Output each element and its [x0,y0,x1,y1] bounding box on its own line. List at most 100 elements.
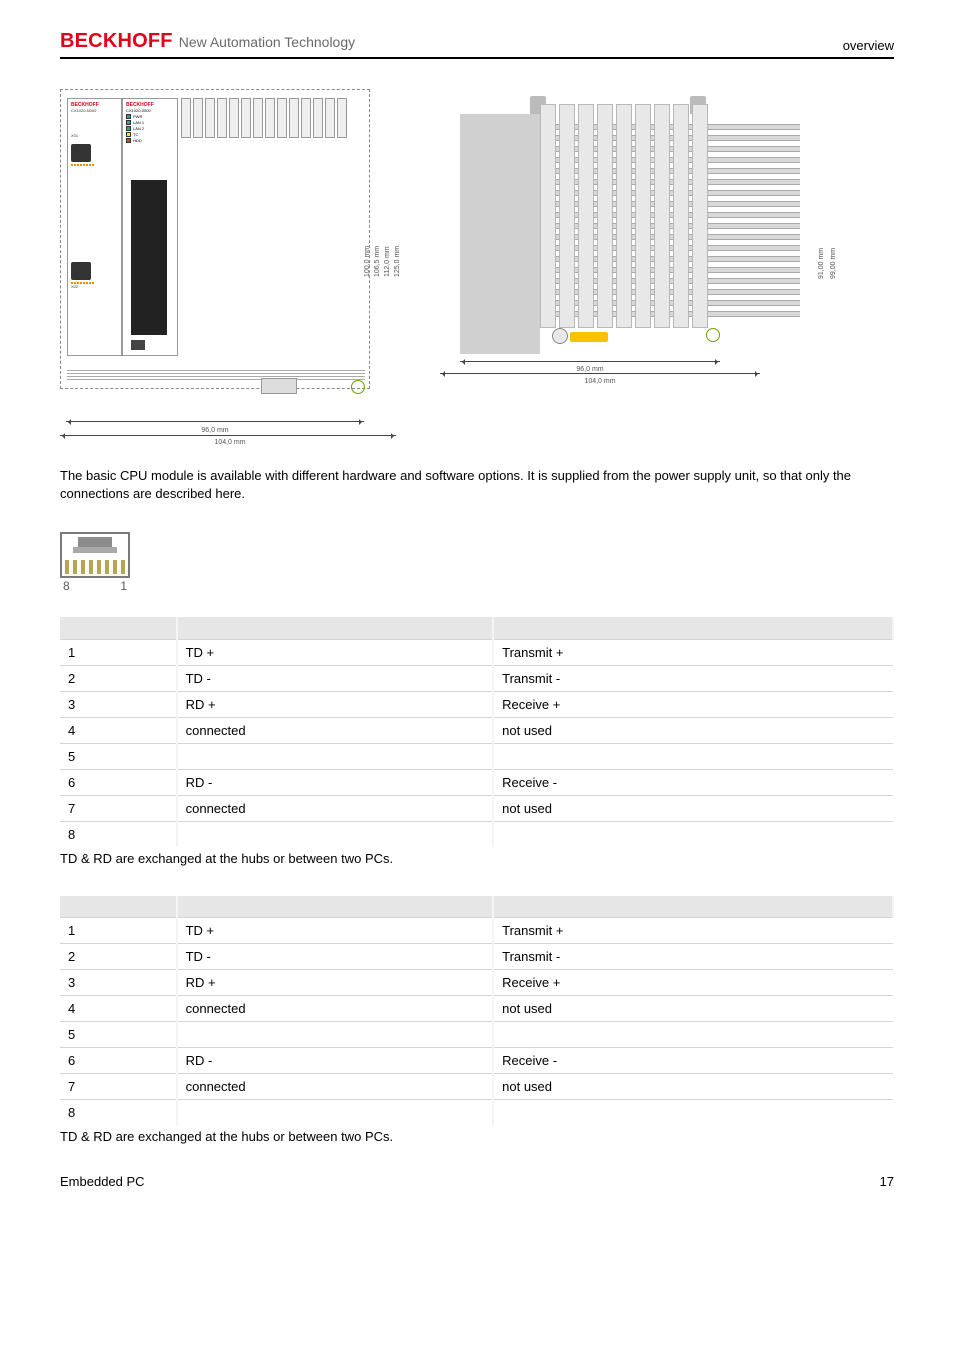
rj45-port-icon [71,144,91,162]
table-cell: connected [177,1074,494,1100]
table-cell: TD - [177,944,494,970]
dimension-height-3: 112,0 mm [384,246,391,277]
table-cell: connected [177,795,494,821]
table-cell: 2 [60,944,177,970]
dimension-width-outer: 104,0 mm [440,378,760,385]
led-label: LAN 1 [133,120,144,125]
table-cell: 6 [60,769,177,795]
cf-eject [131,340,145,350]
table-cell: 4 [60,717,177,743]
footer-left: Embedded PC [60,1174,145,1189]
table-cell: 5 [60,743,177,769]
pin-table-2-note: TD & RD are exchanged at the hubs or bet… [60,1129,894,1144]
panel-model: CX1020-0000 [126,108,174,113]
io-columns [540,104,720,328]
table-cell [493,1100,893,1126]
table-cell: 1 [60,639,177,665]
table-cell [177,821,494,847]
table-row: 6RD -Receive - [60,1048,893,1074]
table-cell: 3 [60,970,177,996]
led-label: LAN 2 [133,126,144,131]
dimension-height-outer: 99,00 mm [830,248,837,279]
dimension-width-inner: 96,0 mm [60,427,370,434]
din-mount-base [460,114,540,354]
table-row: 1TD +Transmit + [60,639,893,665]
pin-table-2-body: 1TD +Transmit +2TD -Transmit -3RD +Recei… [60,918,893,1126]
diagrams-row: BECKHOFF CX1020-N000 X01 X02 BECKHOFF CX [60,89,894,449]
rj45-pin-1-label: 1 [120,579,127,593]
port-label-x01: X01 [71,133,118,138]
table-cell: TD - [177,665,494,691]
table-cell: 8 [60,1100,177,1126]
table-row: 4connectednot used [60,996,893,1022]
port-label-x02: X02 [71,284,118,289]
led-label: HDD [133,138,142,143]
table-row: 8 [60,1100,893,1126]
table-cell [493,821,893,847]
intro-paragraph: The basic CPU module is available with d… [60,467,894,502]
front-view-diagram: BECKHOFF CX1020-N000 X01 X02 BECKHOFF CX [60,89,400,449]
table-cell: 2 [60,665,177,691]
release-tab-icon [570,332,608,342]
dimension-width-outer: 104,0 mm [60,439,400,446]
table-row: 2TD -Transmit - [60,944,893,970]
page-header: BECKHOFF New Automation Technology overv… [60,30,894,59]
table-cell: Transmit - [493,665,893,691]
dimension-height-4: 125,0 mm [394,246,401,277]
dimension-width-inner: 96,0 mm [460,366,720,373]
usb-slot-icon [261,378,297,394]
table-row: 5 [60,1022,893,1048]
cf-cover [131,180,167,335]
table-cell: RD + [177,691,494,717]
table-row: 3RD +Receive + [60,970,893,996]
table-row: 3RD +Receive + [60,691,893,717]
top-view-diagram: 96,0 mm 104,0 mm 91,00 mm 99,00 mm [440,89,840,394]
brand-tagline: New Automation Technology [179,34,355,50]
table-row: 1TD +Transmit + [60,918,893,944]
ground-icon [706,328,720,342]
table-cell: Transmit + [493,639,893,665]
table-cell: 3 [60,691,177,717]
table-cell [493,1022,893,1048]
led-label: PWR [133,114,142,119]
table-cell: Receive - [493,1048,893,1074]
dimension-height-inner: 91,00 mm [818,248,825,279]
led-label: TC [133,132,138,137]
rj45-port-icon [71,262,91,280]
table-cell: RD - [177,769,494,795]
table-cell: connected [177,717,494,743]
table-cell: RD - [177,1048,494,1074]
release-ring-icon [552,328,568,344]
pin-table-1-body: 1TD +Transmit +2TD -Transmit -3RD +Recei… [60,639,893,847]
table-row: 4connectednot used [60,717,893,743]
table-row: 8 [60,821,893,847]
io-terminal-blocks [181,98,371,138]
table-cell: not used [493,1074,893,1100]
table-cell: 7 [60,1074,177,1100]
din-rail-icon [67,368,365,380]
table-row: 5 [60,743,893,769]
table-cell: TD + [177,639,494,665]
table-cell: connected [177,996,494,1022]
logo-block: BECKHOFF New Automation Technology [60,30,355,53]
table-cell: 5 [60,1022,177,1048]
table-cell [177,1100,494,1126]
table-cell: Transmit + [493,918,893,944]
brand-logo: BECKHOFF [60,30,173,53]
table-cell: 6 [60,1048,177,1074]
table-cell: 4 [60,996,177,1022]
rj45-connector-figure: 8 1 [60,532,894,593]
table-row: 6RD -Receive - [60,769,893,795]
header-section-title: overview [843,38,894,53]
front-panel-left: BECKHOFF CX1020-N000 X01 X02 [67,98,122,356]
table-cell [177,743,494,769]
table-cell: Receive - [493,769,893,795]
rj45-connector-icon [60,532,130,578]
table-row: 7connectednot used [60,1074,893,1100]
table-cell: 8 [60,821,177,847]
table-cell: 1 [60,918,177,944]
pin-table-1: 1TD +Transmit +2TD -Transmit -3RD +Recei… [60,617,894,847]
table-cell [177,1022,494,1048]
table-cell: not used [493,795,893,821]
table-cell [493,743,893,769]
